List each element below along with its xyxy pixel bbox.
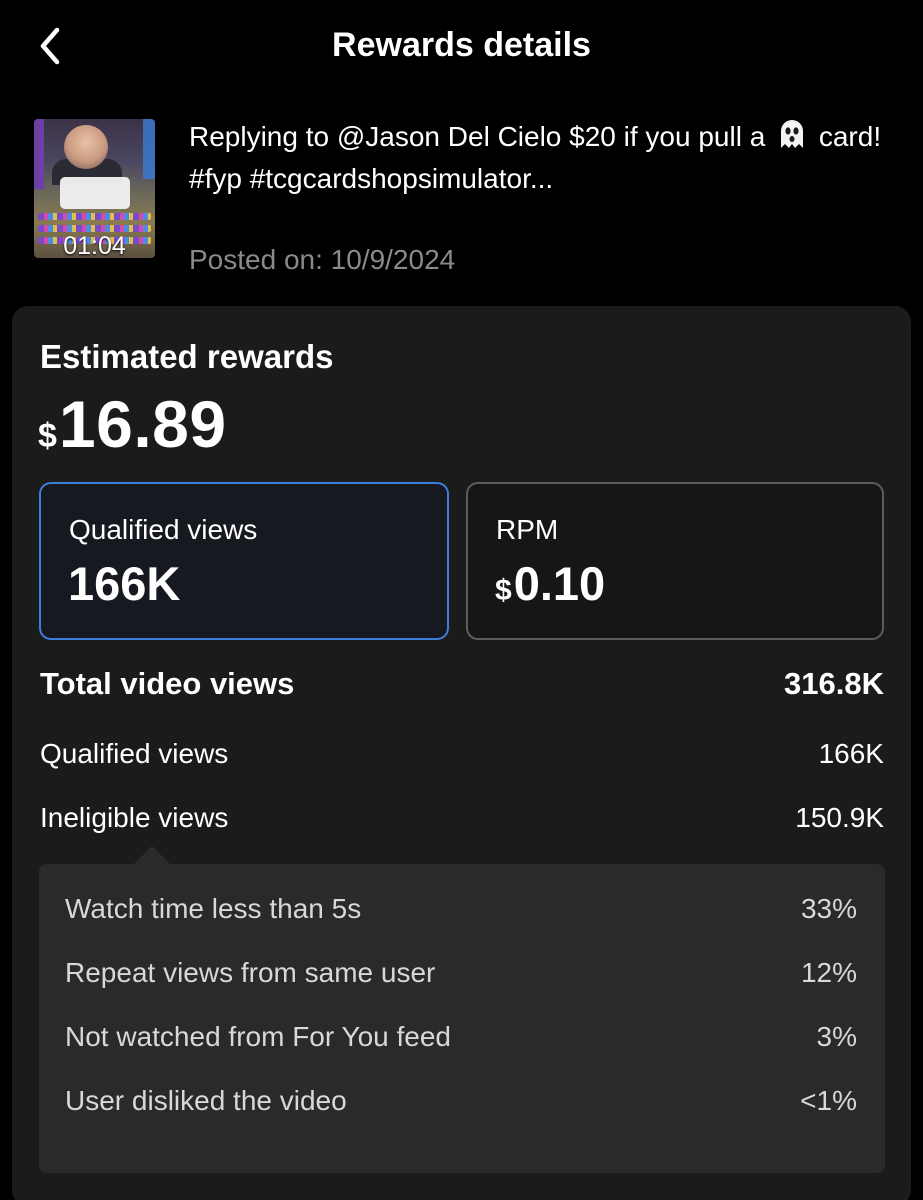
ghost-icon <box>777 118 807 160</box>
breakdown-row: Watch time less than 5s 33% <box>65 893 857 924</box>
qualified-views-row: Qualified views 166K <box>40 738 884 769</box>
page-title: Rewards details <box>332 26 591 64</box>
video-caption[interactable]: Replying to @Jason Del Cielo $20 if you … <box>189 118 889 198</box>
rpm-tile[interactable]: RPM $ 0.10 <box>466 482 884 640</box>
posted-date: Posted on: 10/9/2024 <box>189 244 456 275</box>
breakdown-row: User disliked the video <1% <box>65 1085 857 1116</box>
estimated-rewards-amount: $ 16.89 <box>38 387 227 461</box>
video-duration: 01:04 <box>63 232 126 258</box>
breakdown-caret <box>133 846 171 865</box>
breakdown-row: Not watched from For You feed 3% <box>65 1021 857 1052</box>
total-views-row: Total video views 316.8K <box>40 666 884 701</box>
rewards-details-page: Rewards details 01:04 Replying to @Jason… <box>0 0 923 1200</box>
header: Rewards details <box>0 0 923 95</box>
video-thumbnail[interactable]: 01:04 <box>34 119 155 258</box>
ineligible-views-row[interactable]: Ineligible views 150.9K <box>40 802 884 834</box>
creator-face <box>64 125 108 169</box>
estimated-rewards-label: Estimated rewards <box>40 338 334 375</box>
breakdown-row: Repeat views from same user 12% <box>65 957 857 988</box>
comment-bubble <box>60 177 130 209</box>
qualified-views-tile[interactable]: Qualified views 166K <box>39 482 449 640</box>
